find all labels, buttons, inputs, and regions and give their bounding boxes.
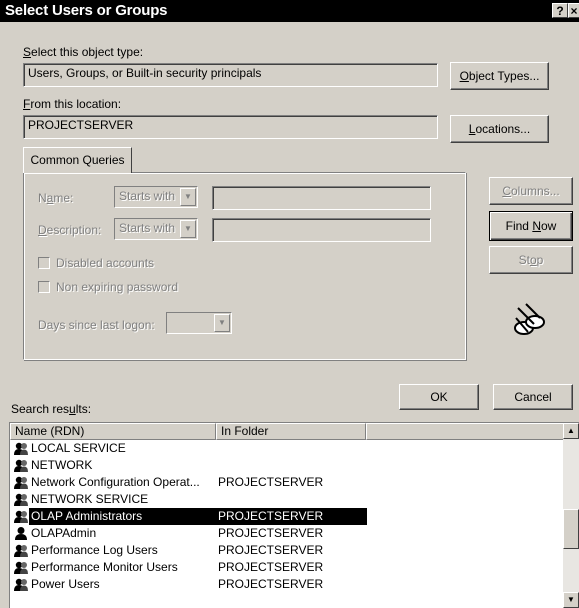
name-mode-select[interactable]: Starts with ▼	[114, 186, 198, 208]
row-name: NETWORK SERVICE	[31, 492, 149, 506]
column-header-folder[interactable]: In Folder	[216, 423, 366, 440]
group-icon	[13, 577, 29, 592]
row-name: Power Users	[31, 577, 100, 591]
column-header-name[interactable]: Name (RDN)	[10, 423, 216, 440]
cancel-button[interactable]: Cancel	[493, 384, 573, 410]
table-row[interactable]: NETWORK	[10, 457, 565, 474]
row-name: LOCAL SERVICE	[31, 441, 126, 455]
chevron-down-icon: ▼	[180, 188, 196, 206]
locations-button[interactable]: Locations...	[450, 115, 549, 143]
row-folder: PROJECTSERVER	[218, 577, 324, 591]
table-row[interactable]: Network Configuration Operat... PROJECTSE…	[10, 474, 565, 491]
table-row[interactable]: Performance Monitor Users PROJECTSERVER	[10, 559, 565, 576]
table-row[interactable]: Performance Log Users PROJECTSERVER	[10, 542, 565, 559]
disabled-accounts-label: Disabled accounts	[56, 256, 155, 270]
non-expiring-password-checkbox[interactable]	[38, 281, 50, 293]
row-name: OLAP Administrators	[31, 509, 143, 523]
object-types-button[interactable]: Object Types...	[450, 62, 549, 90]
search-results-list[interactable]: Name (RDN) In Folder LOCAL SERVICE NETWOR…	[9, 422, 579, 608]
chevron-down-icon: ▼	[180, 220, 196, 238]
location-label: From this location:	[23, 97, 122, 111]
group-icon	[13, 492, 29, 507]
table-row[interactable]: NETWORK SERVICE	[10, 491, 565, 508]
table-row[interactable]: OLAPAdmin PROJECTSERVER	[10, 525, 565, 542]
search-animation-icon	[514, 303, 545, 335]
tab-common-queries[interactable]: Common Queries	[23, 147, 132, 173]
name-input[interactable]	[212, 186, 431, 210]
row-folder: PROJECTSERVER	[216, 508, 366, 525]
non-expiring-password-label: Non expiring password	[56, 280, 179, 294]
scroll-down-button[interactable]: ▼	[563, 592, 579, 608]
group-icon	[13, 509, 29, 524]
table-row[interactable]: Power Users PROJECTSERVER	[10, 576, 565, 593]
ok-button[interactable]: OK	[399, 384, 479, 410]
row-name: Performance Log Users	[31, 543, 158, 557]
name-label: Name:	[38, 191, 74, 205]
row-folder: PROJECTSERVER	[218, 526, 324, 540]
search-results-label: Search results:	[11, 402, 92, 416]
window-title: Select Users or Groups	[5, 2, 168, 19]
object-type-field: Users, Groups, or Built-in security prin…	[23, 63, 438, 87]
row-folder: PROJECTSERVER	[218, 543, 324, 557]
group-icon	[13, 441, 29, 456]
row-folder: PROJECTSERVER	[218, 475, 324, 489]
table-row[interactable]: LOCAL SERVICE	[10, 440, 565, 457]
group-icon	[13, 543, 29, 558]
title-bar: Select Users or Groups ? ×	[0, 0, 579, 22]
row-folder: PROJECTSERVER	[218, 560, 324, 574]
chevron-down-icon: ▼	[214, 314, 230, 332]
group-icon	[13, 458, 29, 473]
user-icon	[13, 526, 29, 541]
disabled-accounts-checkbox[interactable]	[38, 257, 50, 269]
scroll-up-button[interactable]: ▲	[563, 423, 579, 439]
help-button[interactable]: ?	[552, 3, 568, 18]
object-type-label: Select this object type:	[23, 45, 144, 59]
row-name: Network Configuration Operat...	[31, 475, 200, 489]
row-name: OLAPAdmin	[31, 526, 97, 540]
vertical-scrollbar[interactable]: ▲ ▼	[563, 423, 579, 608]
description-input[interactable]	[212, 218, 431, 242]
column-header-blank	[366, 423, 564, 440]
name-mode-value: Starts with	[119, 189, 176, 203]
description-mode-value: Starts with	[119, 221, 176, 235]
days-since-logon-select[interactable]: ▼	[166, 312, 232, 334]
location-field: PROJECTSERVER	[23, 115, 438, 139]
columns-button[interactable]: Columns...	[489, 177, 573, 205]
group-icon	[13, 475, 29, 490]
row-name: Performance Monitor Users	[31, 560, 178, 574]
description-mode-select[interactable]: Starts with ▼	[114, 218, 198, 240]
stop-button[interactable]: Stop	[489, 246, 573, 274]
days-since-logon-label: Days since last logon:	[38, 318, 155, 332]
scroll-thumb[interactable]	[563, 509, 579, 549]
close-button[interactable]: ×	[568, 3, 579, 18]
find-now-button[interactable]: Find Now	[489, 211, 573, 241]
group-icon	[13, 560, 29, 575]
description-label: Description:	[38, 223, 102, 237]
table-row[interactable]: OLAP Administrators PROJECTSERVER	[10, 508, 565, 525]
row-name: NETWORK	[31, 458, 93, 472]
